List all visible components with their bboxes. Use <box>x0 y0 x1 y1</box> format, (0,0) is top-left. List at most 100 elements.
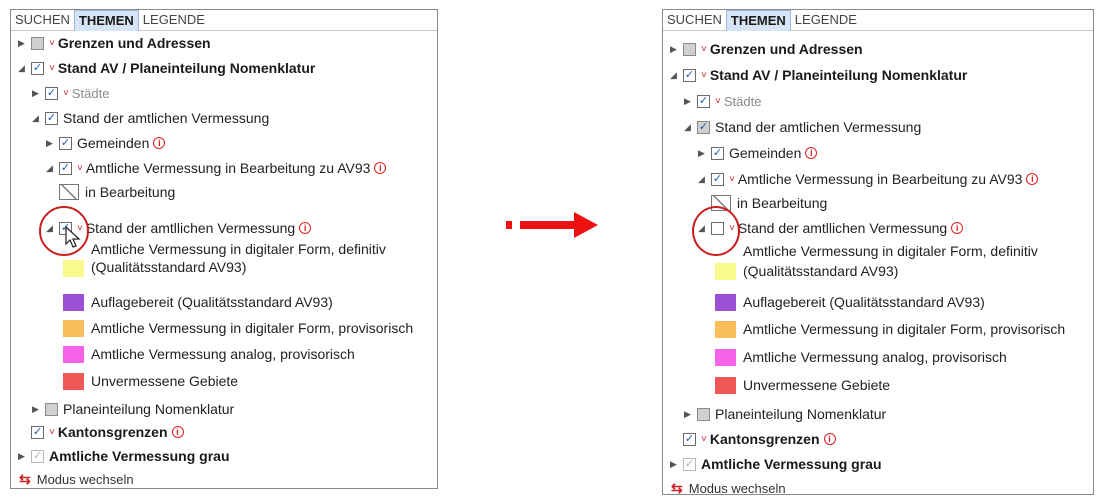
chevron-down-icon[interactable]: ˅ <box>701 44 707 55</box>
tree-item-stand-amtllichen[interactable]: ◢ ✓ ˅ Stand der amtllichen Vermessung i <box>45 217 312 239</box>
legend-item: Unvermessene Gebiete <box>715 374 890 396</box>
tree-item-grenzen[interactable]: ▶ ˅ Grenzen und Adressen <box>17 32 211 54</box>
tree-item-stand-amtlichen[interactable]: ◢ ✓ Stand der amtlichen Vermessung <box>683 116 921 138</box>
tree-item-amtliche-grau[interactable]: ▶ ✓ Amtliche Vermessung grau <box>669 453 881 475</box>
collapse-icon[interactable]: ◢ <box>17 63 26 73</box>
collapse-icon[interactable]: ◢ <box>683 122 692 132</box>
tab-themen[interactable]: THEMEN <box>73 10 139 31</box>
chevron-down-icon[interactable]: ˅ <box>63 88 69 99</box>
tree-label: Amtliche Vermessung in Bearbeitung zu AV… <box>85 160 371 176</box>
chevron-down-icon[interactable]: ˅ <box>701 434 707 445</box>
checkbox[interactable]: ✓ <box>31 61 44 75</box>
tree-item-amtliche-bearbeitung[interactable]: ◢ ✓ ˅ Amtliche Vermessung in Bearbeitung… <box>697 168 1039 190</box>
info-icon[interactable]: i <box>805 147 818 159</box>
mode-switch-button[interactable]: ⇆ Modus wechseln <box>19 471 134 488</box>
tree-item-stand-av[interactable]: ◢ ✓ ˅ Stand AV / Planeinteilung Nomenkla… <box>17 57 315 79</box>
chevron-down-icon[interactable]: ˅ <box>77 163 83 174</box>
legend-label: Unvermessene Gebiete <box>743 377 891 393</box>
checkbox[interactable] <box>697 407 710 421</box>
checkbox[interactable]: ✓ <box>683 432 696 446</box>
tree-item-planeinteilung[interactable]: ▶ Planeinteilung Nomenklatur <box>683 403 886 425</box>
expand-icon[interactable]: ▶ <box>683 96 692 106</box>
layer-panel-after: SUCHEN THEMEN LEGENDE ▶ ˅ Grenzen und Ad… <box>662 9 1094 495</box>
checkbox[interactable]: ✓ <box>711 172 724 186</box>
info-icon[interactable]: i <box>171 426 184 438</box>
tree-label: Grenzen und Adressen <box>709 41 863 57</box>
tree-label: Städte <box>723 93 762 109</box>
mode-switch-button[interactable]: ⇆ Modus wechseln <box>671 480 786 494</box>
legend-item: Amtliche Vermessung analog, provisorisch <box>715 346 1007 368</box>
tree-item-stand-amtllichen[interactable]: ◢ ˅ Stand der amtllichen Vermessung i <box>697 217 964 239</box>
info-icon[interactable]: i <box>153 137 166 149</box>
info-icon[interactable]: i <box>374 162 387 174</box>
expand-icon[interactable]: ▶ <box>31 404 40 414</box>
info-icon[interactable]: i <box>823 433 836 445</box>
checkbox[interactable]: ✓ <box>45 111 58 125</box>
chevron-down-icon[interactable]: ˅ <box>701 70 707 81</box>
chevron-down-icon[interactable]: ˅ <box>715 96 721 107</box>
expand-icon[interactable]: ▶ <box>31 88 40 98</box>
tree-item-kantonsgrenzen[interactable]: ✓ ˅ Kantonsgrenzen i <box>31 421 184 443</box>
collapse-icon[interactable]: ◢ <box>45 163 54 173</box>
collapse-icon[interactable]: ◢ <box>31 113 40 123</box>
checkbox[interactable]: ✓ <box>59 161 72 175</box>
footer-label: Modus wechseln <box>36 472 134 487</box>
target-checkbox[interactable] <box>711 221 724 235</box>
tab-legende[interactable]: LEGENDE <box>791 10 861 30</box>
info-icon[interactable]: i <box>1026 173 1039 185</box>
collapse-icon[interactable]: ◢ <box>697 223 706 233</box>
tree-item-staedte[interactable]: ▶ ✓ ˅ Städte <box>683 90 761 112</box>
checkbox[interactable]: ✓ <box>45 86 58 100</box>
checkbox[interactable] <box>683 42 696 56</box>
tab-themen[interactable]: THEMEN <box>725 10 791 31</box>
checkbox[interactable]: ✓ <box>683 457 696 471</box>
expand-icon[interactable]: ▶ <box>17 451 26 461</box>
chevron-down-icon[interactable]: ˅ <box>729 174 735 185</box>
tree-item-grenzen[interactable]: ▶ ˅ Grenzen und Adressen <box>669 38 863 60</box>
checkbox[interactable] <box>45 402 58 416</box>
chevron-down-icon[interactable]: ˅ <box>49 427 55 438</box>
chevron-down-icon[interactable]: ˅ <box>49 63 55 74</box>
tree-item-amtliche-grau[interactable]: ▶ ✓ Amtliche Vermessung grau <box>17 445 229 467</box>
tree-item-kantonsgrenzen[interactable]: ✓ ˅ Kantonsgrenzen i <box>683 428 836 450</box>
chevron-down-icon[interactable]: ˅ <box>729 223 735 234</box>
tab-suchen[interactable]: SUCHEN <box>11 10 74 30</box>
tree-label: Städte <box>71 85 110 101</box>
checkbox[interactable]: ✓ <box>31 449 44 463</box>
tree-item-stand-av[interactable]: ◢ ✓ ˅ Stand AV / Planeinteilung Nomenkla… <box>669 64 967 86</box>
collapse-icon[interactable]: ◢ <box>669 70 678 80</box>
legend-label: in Bearbeitung <box>737 195 828 211</box>
legend-item: Amtliche Vermessung in digitaler Form, p… <box>63 317 413 339</box>
tree-item-stand-amtlichen[interactable]: ◢ ✓ Stand der amtlichen Vermessung <box>31 107 269 129</box>
checkbox[interactable] <box>31 36 44 50</box>
expand-icon[interactable]: ▶ <box>697 148 706 158</box>
info-icon[interactable]: i <box>951 222 964 234</box>
chevron-down-icon[interactable]: ˅ <box>49 38 55 49</box>
tree-item-amtliche-bearbeitung[interactable]: ◢ ✓ ˅ Amtliche Vermessung in Bearbeitung… <box>45 157 387 179</box>
legend-label: in Bearbeitung <box>85 184 176 200</box>
mode-switch-icon: ⇆ <box>19 471 31 487</box>
checkbox[interactable]: ✓ <box>31 425 44 439</box>
collapse-icon[interactable]: ◢ <box>45 223 54 233</box>
tree-item-planeinteilung[interactable]: ▶ Planeinteilung Nomenklatur <box>31 398 234 420</box>
tree-item-gemeinden[interactable]: ▶ ✓ Gemeinden i <box>697 142 818 164</box>
tree-label: Stand der amtlichen Vermessung <box>63 110 270 126</box>
checkbox[interactable]: ✓ <box>697 120 710 134</box>
checkbox[interactable]: ✓ <box>697 94 710 108</box>
expand-icon[interactable]: ▶ <box>669 44 678 54</box>
legend-label: Amtliche Vermessung analog, provisorisch <box>743 349 1007 365</box>
expand-icon[interactable]: ▶ <box>45 138 54 148</box>
expand-icon[interactable]: ▶ <box>669 459 678 469</box>
info-icon[interactable]: i <box>299 222 312 234</box>
checkbox[interactable]: ✓ <box>683 68 696 82</box>
tree-item-staedte[interactable]: ▶ ✓ ˅ Städte <box>31 82 109 104</box>
tab-suchen[interactable]: SUCHEN <box>663 10 726 30</box>
legend-label: Amtliche Vermessung in digitaler Form, p… <box>91 320 414 336</box>
expand-icon[interactable]: ▶ <box>683 409 692 419</box>
expand-icon[interactable]: ▶ <box>17 38 26 48</box>
collapse-icon[interactable]: ◢ <box>697 174 706 184</box>
tab-legende[interactable]: LEGENDE <box>139 10 209 30</box>
checkbox[interactable]: ✓ <box>711 146 724 160</box>
tree-item-gemeinden[interactable]: ▶ ✓ Gemeinden i <box>45 132 166 154</box>
checkbox[interactable]: ✓ <box>59 136 72 150</box>
